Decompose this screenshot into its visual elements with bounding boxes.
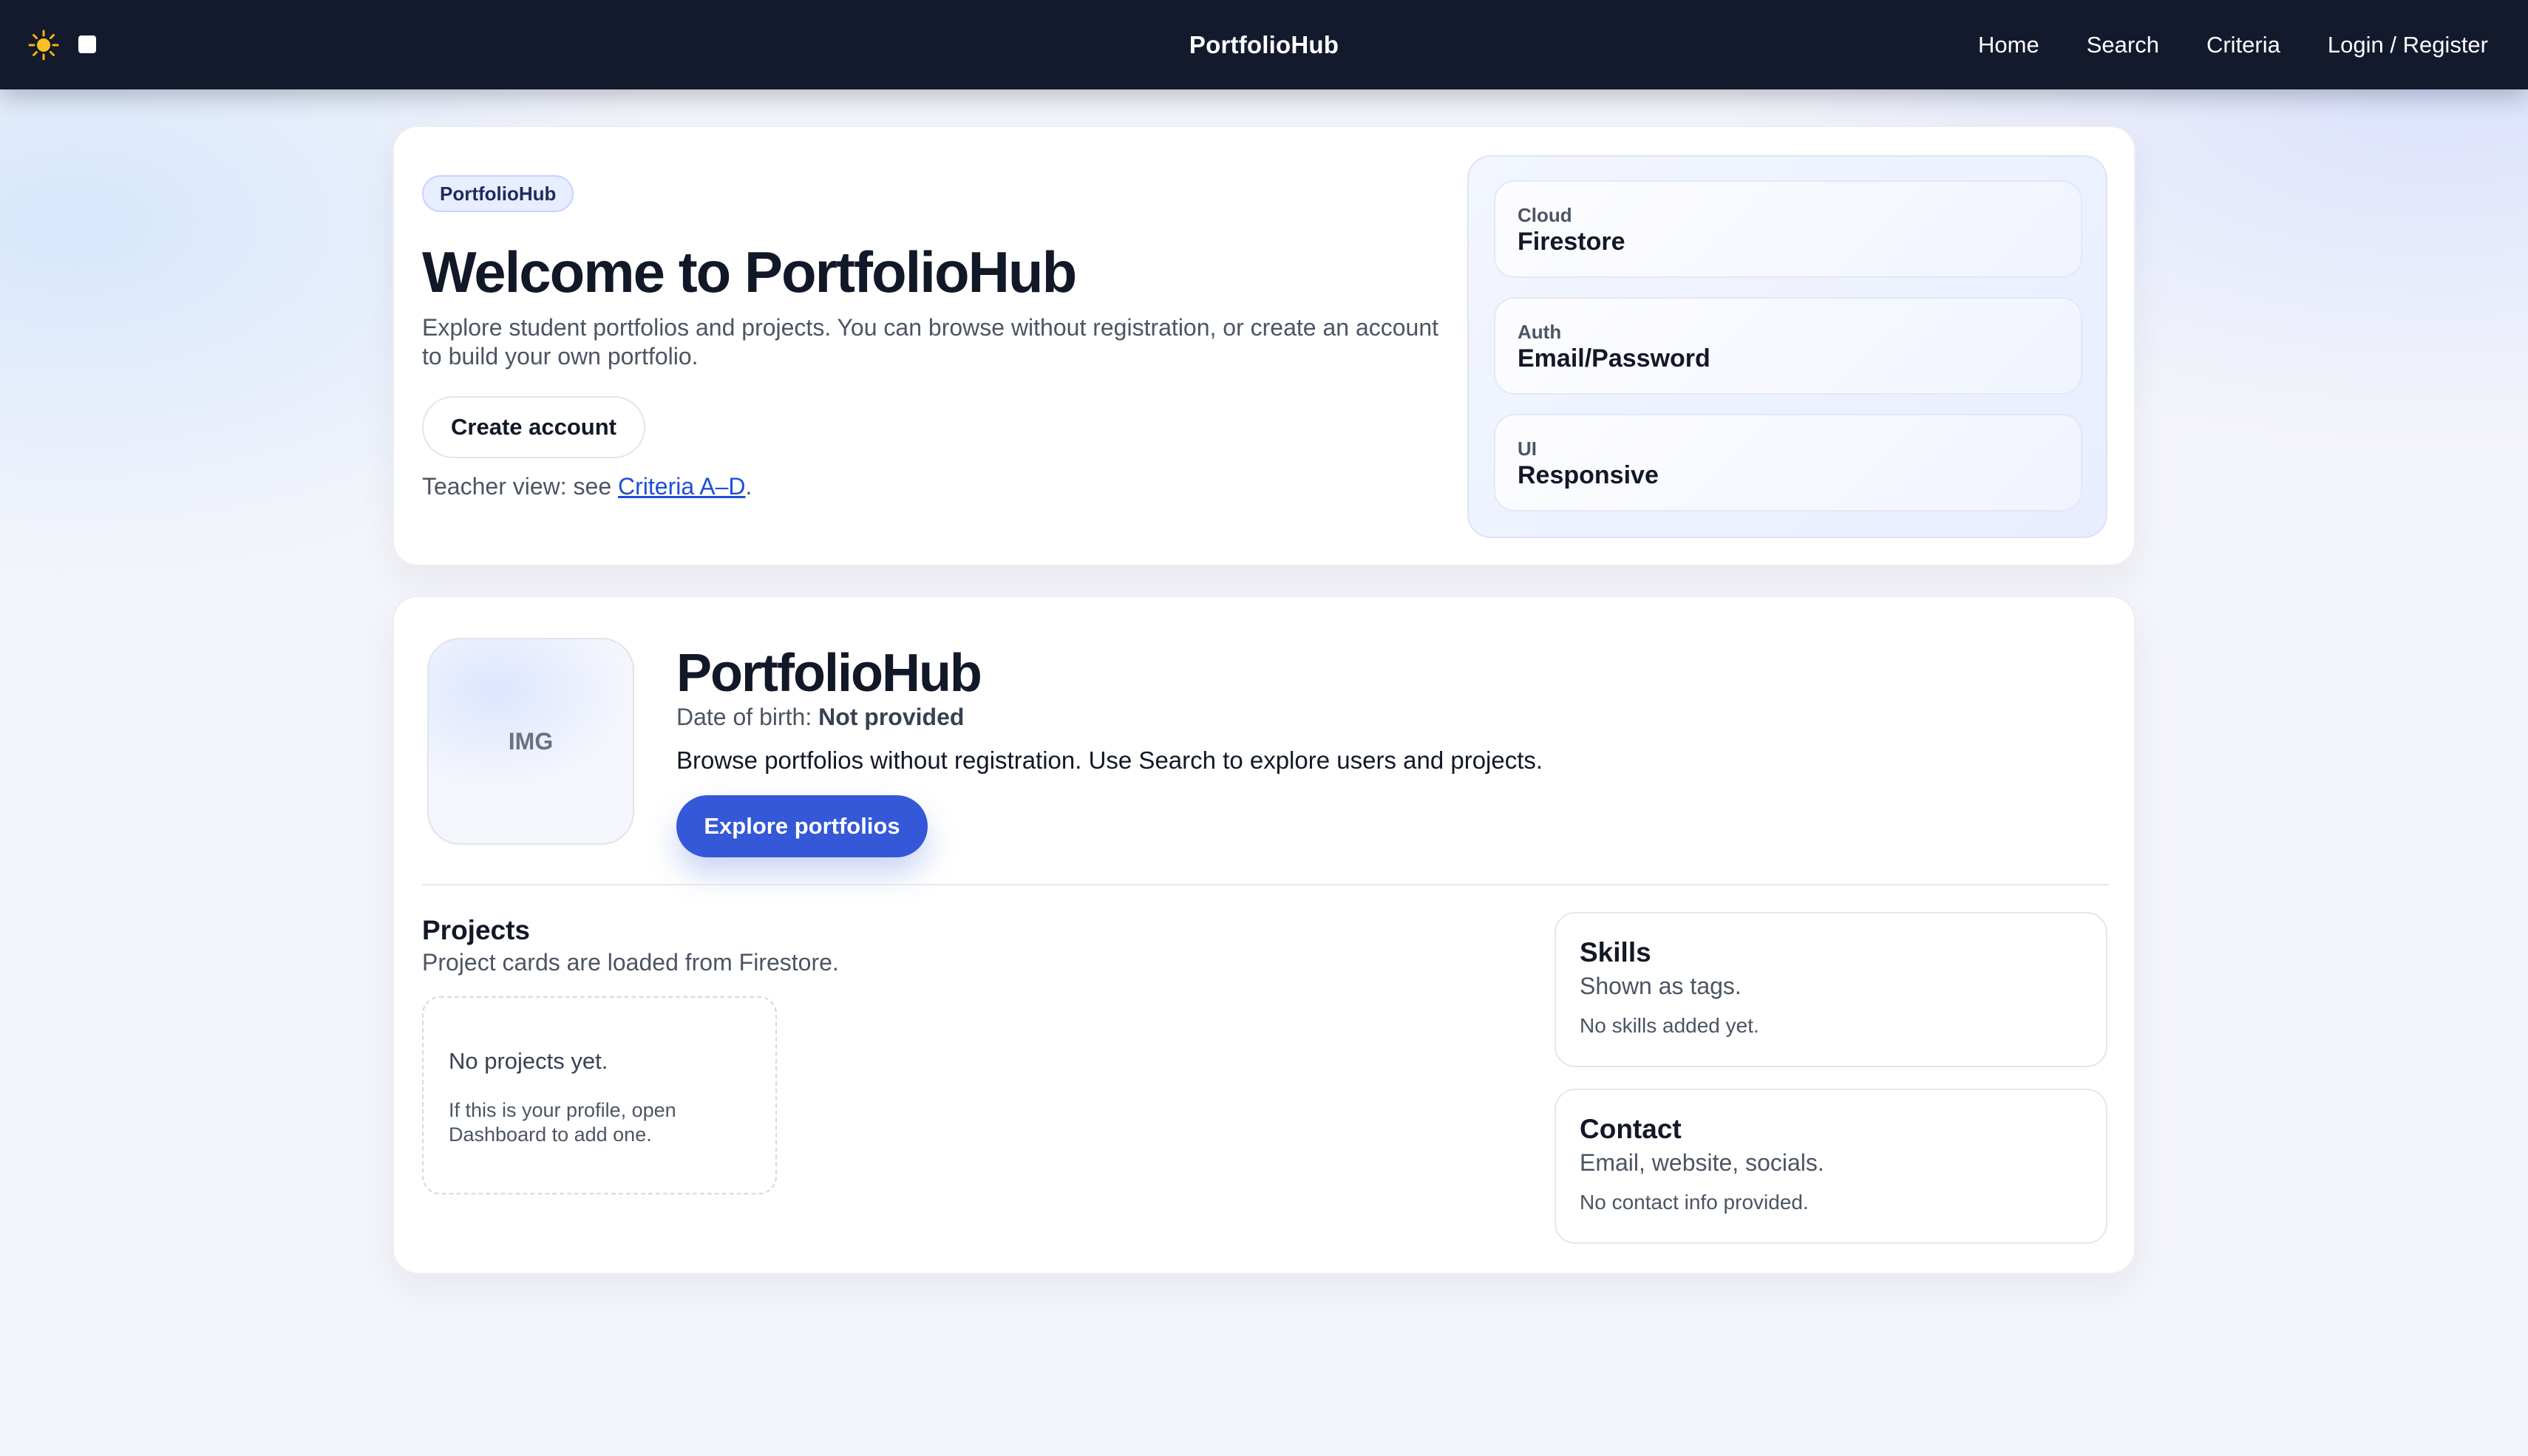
feature-key: Auth — [1518, 321, 1562, 343]
feature-ui: UI Responsive — [1494, 414, 2082, 511]
teacher-view-note: Teacher view: see Criteria A–D. — [422, 473, 752, 500]
feature-value: Firestore — [1518, 228, 1625, 256]
skills-card: Skills Shown as tags. No skills added ye… — [1554, 912, 2107, 1067]
skills-empty: No skills added yet. — [1580, 1014, 1759, 1037]
feature-value: Email/Password — [1518, 344, 1710, 372]
profile-bio: Browse portfolios without registration. … — [676, 746, 1543, 774]
profile-name: PortfolioHub — [676, 644, 982, 703]
feature-auth: Auth Email/Password — [1494, 297, 2082, 395]
contact-empty: No contact info provided. — [1580, 1191, 1809, 1214]
feature-key: UI — [1518, 438, 1537, 460]
teacher-view-prefix: Teacher view: see — [422, 473, 619, 500]
top-navbar: PortfolioHub Home Search Criteria Login … — [0, 0, 2528, 89]
contact-subtitle: Email, website, socials. — [1580, 1149, 1824, 1176]
section-divider — [422, 884, 2109, 885]
nav-criteria[interactable]: Criteria — [2206, 32, 2280, 58]
create-account-button[interactable]: Create account — [422, 396, 645, 458]
criteria-link[interactable]: Criteria A–D — [618, 473, 746, 500]
empty-state-hint: If this is your profile, open Dashboard … — [449, 1099, 676, 1146]
main-nav: Home Search Criteria Login / Register — [1978, 0, 2488, 89]
page-title: Welcome to PortfolioHub — [422, 239, 1077, 305]
feature-cloud: Cloud Firestore — [1494, 180, 2082, 278]
brand-pill: PortfolioHub — [422, 175, 574, 212]
feature-value: Responsive — [1518, 461, 1659, 489]
feature-key: Cloud — [1518, 204, 1572, 226]
skills-subtitle: Shown as tags. — [1580, 973, 1742, 999]
skills-heading: Skills — [1580, 937, 1651, 967]
tech-feature-panel: Cloud Firestore Auth Email/Password UI R… — [1467, 155, 2107, 538]
dob-label: Date of birth: — [676, 704, 819, 730]
projects-empty-state: No projects yet. If this is your profile… — [422, 996, 777, 1194]
welcome-description: Explore student portfolios and projects.… — [422, 314, 1439, 370]
contact-heading: Contact — [1580, 1114, 1682, 1144]
nav-login-register[interactable]: Login / Register — [2328, 32, 2488, 58]
brand-title[interactable]: PortfolioHub — [1189, 31, 1339, 59]
projects-heading: Projects — [422, 915, 531, 945]
sun-icon[interactable] — [28, 30, 59, 61]
contact-card: Contact Email, website, socials. No cont… — [1554, 1089, 2107, 1244]
teacher-view-suffix: . — [745, 473, 752, 500]
explore-portfolios-button[interactable]: Explore portfolios — [676, 795, 928, 857]
nav-home[interactable]: Home — [1978, 32, 2039, 58]
dob-value: Not provided — [818, 704, 965, 730]
nav-search[interactable]: Search — [2087, 32, 2159, 58]
date-of-birth: Date of birth: Not provided — [676, 704, 964, 731]
profile-card: IMG PortfolioHub Date of birth: Not prov… — [393, 596, 2135, 1274]
projects-subtitle: Project cards are loaded from Firestore. — [422, 949, 839, 976]
empty-state-title: No projects yet. — [449, 1048, 608, 1074]
theme-toggle-checkbox[interactable] — [78, 35, 96, 53]
avatar: IMG — [427, 638, 634, 845]
welcome-card: PortfolioHub Welcome to PortfolioHub Exp… — [393, 126, 2135, 566]
